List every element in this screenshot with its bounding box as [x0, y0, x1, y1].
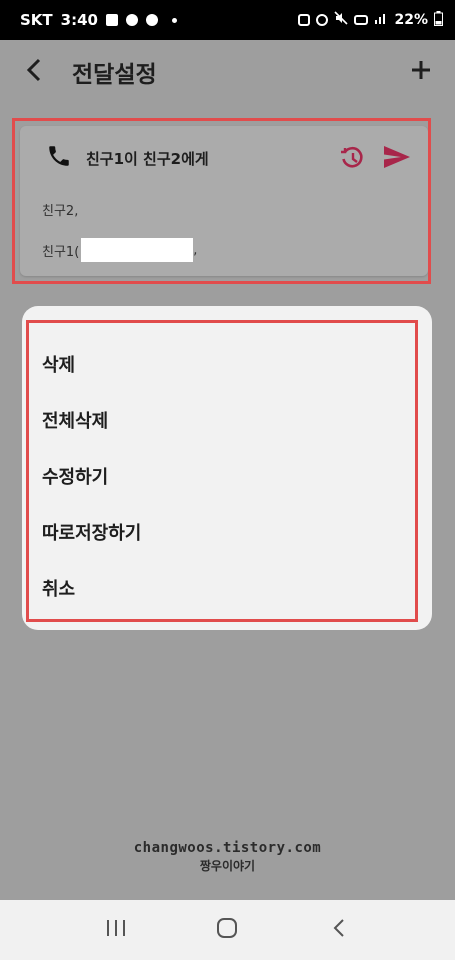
chevron-left-icon	[24, 57, 44, 87]
alarm-icon	[316, 14, 329, 26]
volte-icon	[298, 14, 311, 26]
dot-icon	[171, 17, 177, 23]
alert-icon	[145, 14, 158, 26]
carrier-label: SKT	[20, 11, 53, 29]
status-left: SKT 3:40	[20, 11, 177, 29]
status-right: 22%	[298, 10, 443, 30]
back-button[interactable]	[20, 58, 48, 86]
watermark-url: changwoos.tistory.com	[133, 840, 322, 856]
highlight-outline-card	[12, 118, 431, 284]
status-time: 3:40	[60, 11, 98, 29]
battery-icon	[434, 10, 443, 30]
plus-icon	[410, 59, 432, 85]
system-nav-bar	[0, 900, 455, 960]
lte-icon	[354, 15, 369, 25]
nav-back-button[interactable]	[319, 910, 359, 950]
home-button[interactable]	[207, 910, 247, 950]
battery-percent: 22%	[394, 12, 428, 28]
recents-icon	[105, 918, 127, 942]
back-icon	[332, 917, 346, 943]
watermark-name: 짱우이야기	[199, 859, 256, 873]
mute-icon	[334, 11, 349, 29]
add-button[interactable]	[407, 58, 435, 86]
page-title: 전달설정	[72, 62, 157, 88]
chat-icon	[125, 14, 138, 26]
app-bar: 전달설정	[0, 40, 455, 104]
status-bar: SKT 3:40 22%	[0, 0, 455, 40]
gallery-icon	[105, 14, 118, 26]
recents-button[interactable]	[96, 910, 136, 950]
home-icon	[216, 917, 238, 943]
watermark: changwoos.tistory.com 짱우이야기	[0, 840, 455, 874]
signal-icon	[374, 12, 388, 28]
highlight-outline-menu	[26, 320, 418, 622]
